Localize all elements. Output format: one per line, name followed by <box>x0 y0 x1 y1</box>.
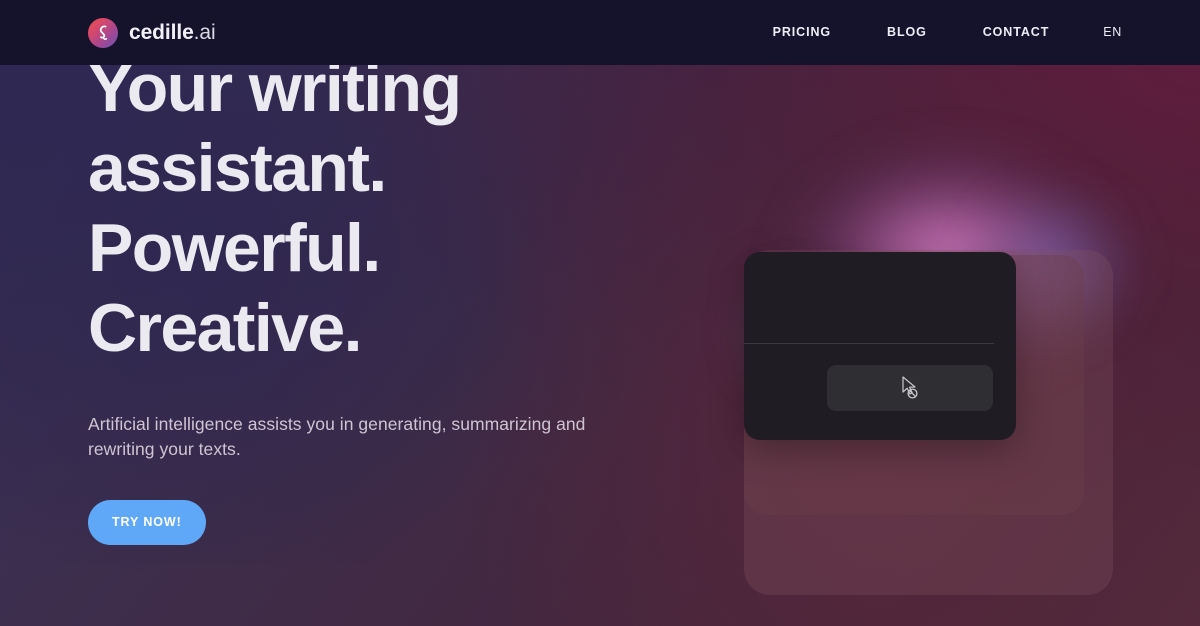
headline-line-2: assistant. <box>88 130 387 206</box>
headline-line-4: Creative. <box>88 290 362 366</box>
nav-link-pricing[interactable]: PRICING <box>745 0 859 65</box>
illustration-app-panel <box>744 252 1016 440</box>
brand-logo[interactable]: cedille.ai <box>88 0 216 65</box>
site-header: cedille.ai PRICING BLOG CONTACT EN <box>0 0 1200 65</box>
hero-illustration <box>700 65 1200 626</box>
panel-divider <box>744 343 994 344</box>
brand-name-light: .ai <box>193 20 216 44</box>
brand-name-bold: cedille <box>129 20 194 44</box>
cedilla-logo-icon <box>88 17 118 48</box>
panel-input-field[interactable] <box>827 365 993 411</box>
landing-page: cedille.ai PRICING BLOG CONTACT EN Your … <box>0 0 1200 626</box>
nav-link-blog[interactable]: BLOG <box>859 0 955 65</box>
nav-link-language[interactable]: EN <box>1077 0 1122 65</box>
try-now-button[interactable]: TRY NOW! <box>88 500 206 545</box>
nav-link-contact[interactable]: CONTACT <box>955 0 1077 65</box>
main-navigation: PRICING BLOG CONTACT EN <box>745 0 1122 65</box>
hero-copy: Your writing assistant. Powerful. Creati… <box>88 48 628 545</box>
page-title: Your writing assistant. Powerful. Creati… <box>88 48 628 368</box>
hero-subtitle: Artificial intelligence assists you in g… <box>88 414 586 459</box>
headline-line-3: Powerful. <box>88 210 381 286</box>
no-drop-cursor-icon <box>899 375 921 401</box>
brand-name: cedille.ai <box>129 21 216 45</box>
